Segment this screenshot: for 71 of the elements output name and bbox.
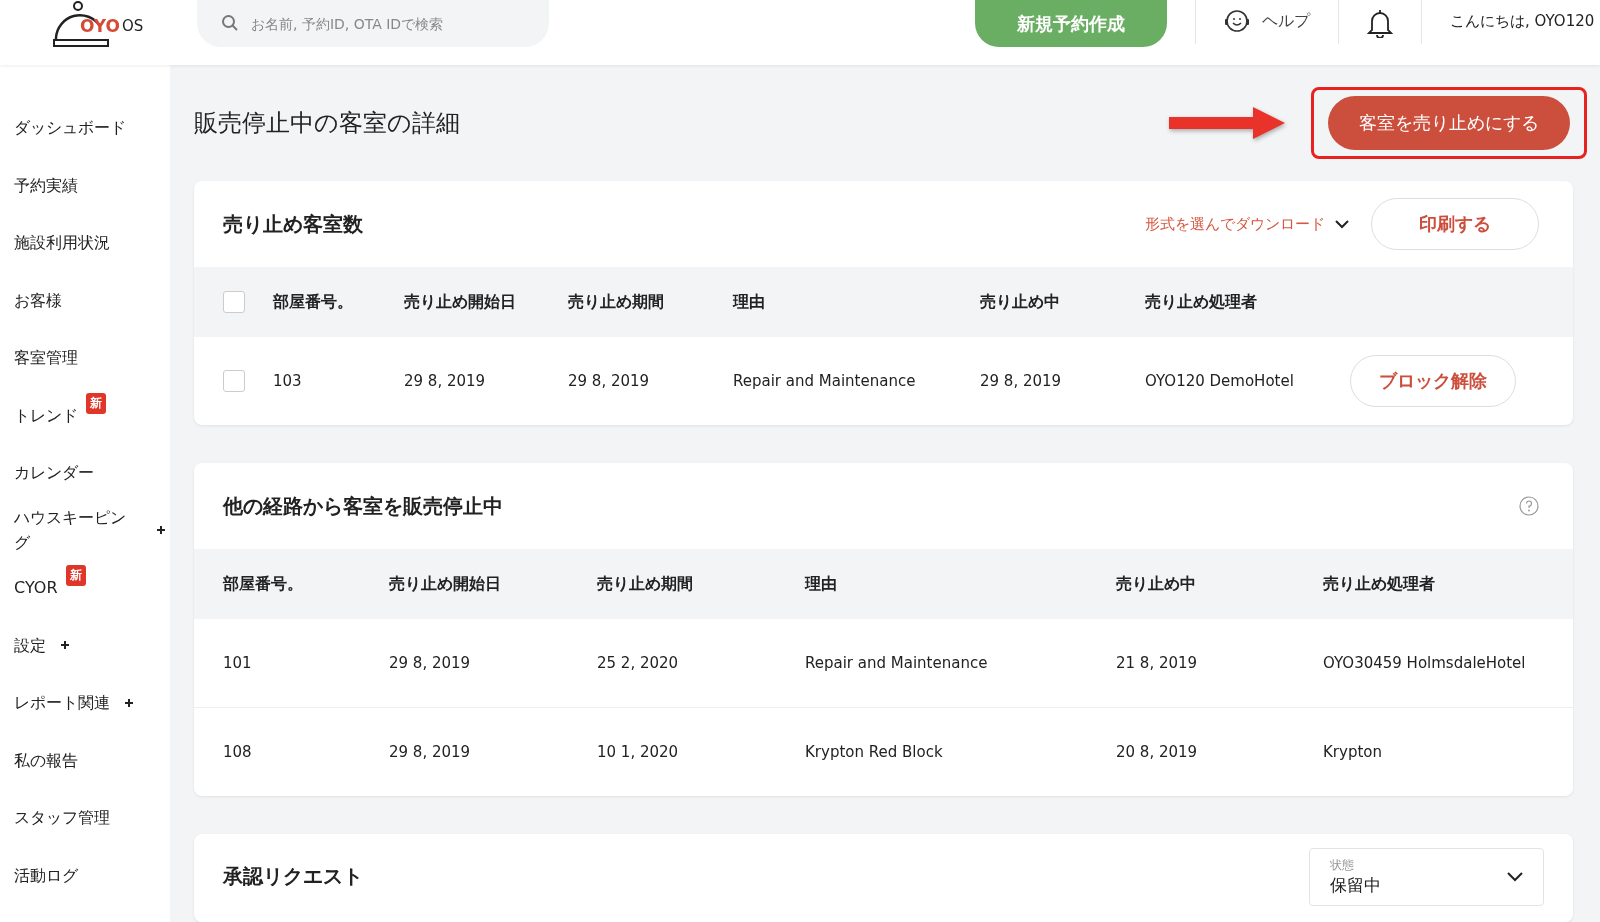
chevron-down-icon xyxy=(1335,219,1349,229)
headset-icon xyxy=(1224,8,1250,34)
column-header: 理由 xyxy=(733,291,766,313)
greeting-text: こんにちは, OYO120 xyxy=(1450,12,1596,31)
sidebar-item[interactable]: 私の報告 xyxy=(14,747,78,773)
table-cell-text: 29 8, 2019 xyxy=(404,372,487,390)
column-header: 売り止め期間 xyxy=(597,573,694,595)
table-cell-text: Repair and Maintenance xyxy=(805,654,989,672)
sidebar-item[interactable]: 設定 xyxy=(14,632,46,658)
page-title: 販売停止中の客室の詳細 xyxy=(194,108,460,139)
block-rooms-button[interactable]: 客室を売り止めにする xyxy=(1328,96,1570,150)
arrow-icon xyxy=(1167,105,1287,141)
card-title: 他の経路から客室を販売停止中 xyxy=(223,492,503,520)
sidebar-item[interactable]: レポート関連 xyxy=(14,690,110,716)
column-header: 売り止め中 xyxy=(1116,573,1197,595)
plus-icon[interactable] xyxy=(124,697,134,708)
plus-icon[interactable] xyxy=(156,525,166,536)
print-button[interactable]: 印刷する xyxy=(1371,198,1539,250)
table-cell-text: Repair and Maintenance xyxy=(733,372,917,390)
column-header: 売り止め処理者 xyxy=(1145,291,1258,313)
plus-icon[interactable] xyxy=(60,640,70,651)
checkbox[interactable] xyxy=(223,291,245,313)
table-cell-text: 101 xyxy=(223,654,253,672)
table-cell-text: 29 8, 2019 xyxy=(389,743,472,761)
table-cell-text: 10 1, 2020 xyxy=(597,743,680,761)
new-badge: 新 xyxy=(65,565,86,586)
table-cell-text: 103 xyxy=(273,372,303,390)
sidebar-item[interactable]: ハウスキーピング xyxy=(14,505,132,556)
chevron-down-icon xyxy=(1507,871,1523,882)
sidebar-item[interactable]: ダッシュボード xyxy=(14,115,126,141)
help-button[interactable]: ヘルプ xyxy=(1224,8,1310,34)
status-dropdown[interactable]: 状態 保留中 xyxy=(1309,847,1544,906)
table-cell-text: OYO120 DemoHotel xyxy=(1145,372,1295,390)
download-dropdown[interactable]: 形式を選んでダウンロード xyxy=(1139,213,1355,235)
column-header: 売り止め開始日 xyxy=(404,291,517,313)
table-cell-text: 25 2, 2020 xyxy=(597,654,680,672)
search-icon xyxy=(221,14,239,32)
table-cell-text: 29 8, 2019 xyxy=(389,654,472,672)
sidebar-item[interactable]: 客室管理 xyxy=(14,345,78,371)
column-header: 売り止め処理者 xyxy=(1323,573,1436,595)
card-title: 承認リクエスト xyxy=(223,863,363,890)
table-cell-text: 29 8, 2019 xyxy=(980,372,1063,390)
new-badge: 新 xyxy=(86,392,106,414)
logo[interactable]: OYO OS xyxy=(52,0,172,48)
table-cell-text: 20 8, 2019 xyxy=(1116,743,1199,761)
column-header: 部屋番号。 xyxy=(223,573,304,595)
column-header: 売り止め中 xyxy=(980,291,1061,313)
table-cell-text: Krypton xyxy=(1323,743,1383,761)
sidebar-item[interactable]: 活動ログ xyxy=(14,862,78,888)
help-icon[interactable] xyxy=(1519,496,1539,516)
column-header: 売り止め期間 xyxy=(568,291,665,313)
sidebar-item[interactable]: 予約実績 xyxy=(14,172,78,198)
table-cell-text: 108 xyxy=(223,743,253,761)
column-header: 理由 xyxy=(805,573,838,595)
sidebar-item[interactable]: お客様 xyxy=(14,287,62,313)
column-header: 売り止め開始日 xyxy=(389,573,502,595)
search-field[interactable]: お名前, 予約ID, OTA IDで検索 xyxy=(197,0,549,47)
table-cell-text: 29 8, 2019 xyxy=(568,372,651,390)
sidebar-item[interactable]: カレンダー xyxy=(14,460,94,486)
sidebar-item[interactable]: CYOR xyxy=(14,575,58,601)
table-cell-text: 21 8, 2019 xyxy=(1116,654,1199,672)
card-title: 売り止め客室数 xyxy=(223,210,363,238)
unblock-button[interactable]: ブロック解除 xyxy=(1350,355,1516,407)
sidebar-item[interactable]: トレンド xyxy=(14,402,78,428)
sidebar-item[interactable]: スタッフ管理 xyxy=(14,805,110,831)
checkbox[interactable] xyxy=(223,370,245,392)
table-cell-text: Krypton Red Block xyxy=(805,743,944,761)
table-cell-text: OYO30459 HolmsdaleHotel xyxy=(1323,654,1527,672)
sidebar-item[interactable]: 施設利用状況 xyxy=(14,230,110,256)
notification-bell-icon[interactable] xyxy=(1367,8,1393,38)
column-header: 部屋番号。 xyxy=(273,291,354,313)
